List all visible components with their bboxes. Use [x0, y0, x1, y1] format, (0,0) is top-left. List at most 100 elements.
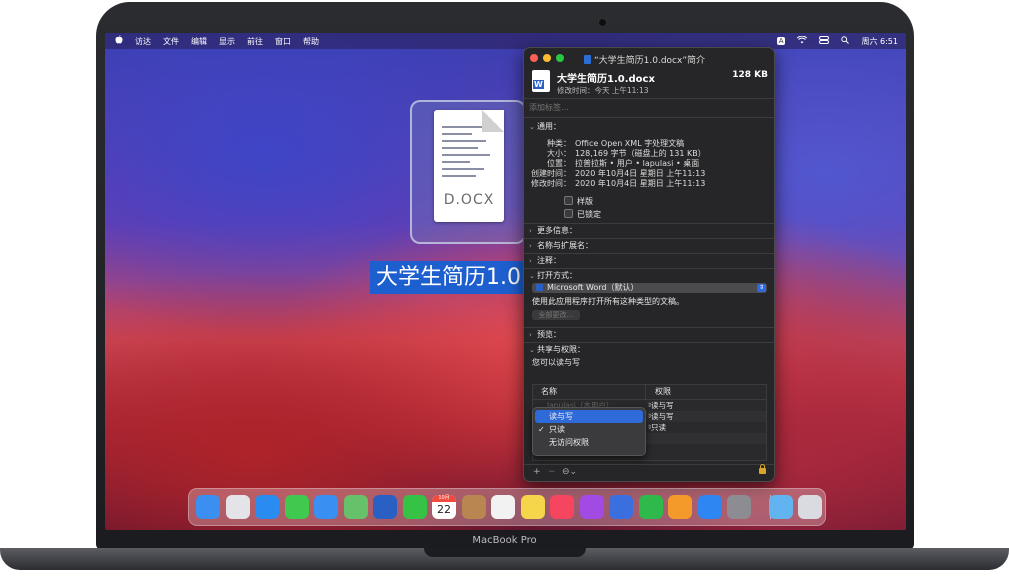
- filename-rename-field[interactable]: 大学生简历1.0: [370, 261, 527, 294]
- close-button[interactable]: [530, 54, 538, 62]
- locked-checkbox[interactable]: 已锁定: [524, 208, 774, 221]
- section-open-with[interactable]: ⌄ 打开方式：: [524, 269, 774, 283]
- permissions-toolbar: + − ⊖⌄: [524, 464, 774, 481]
- dock-numbers-icon[interactable]: [638, 495, 663, 519]
- menu-item-file[interactable]: 文件: [163, 36, 179, 47]
- desktop: 访达 文件 编辑 显示 前往 窗口 帮助 A 周六 6:51 D.OCX 大学生…: [105, 33, 906, 530]
- dock-app-store-icon[interactable]: [697, 495, 722, 519]
- dock-trash-icon[interactable]: [798, 495, 822, 519]
- laptop-notch: [424, 548, 586, 557]
- calendar-day: 22: [437, 503, 451, 516]
- chevron-right-icon: ›: [529, 227, 532, 235]
- get-info-window: “大学生简历1.0.docx”简介 W 大学生简历1.0.docx 128 KB…: [523, 47, 775, 482]
- menu-item-edit[interactable]: 编辑: [191, 36, 207, 47]
- dock-word-icon[interactable]: [373, 495, 397, 519]
- file-modified: 修改时间：今天 上午11:13: [557, 86, 649, 95]
- clock[interactable]: 周六 6:51: [861, 36, 898, 47]
- open-with-popup[interactable]: Microsoft Word（默认） ⇕: [532, 283, 767, 293]
- dock-podcasts-icon[interactable]: [579, 495, 604, 519]
- dock-keynote-icon[interactable]: [609, 495, 633, 519]
- dock-system-preferences-icon[interactable]: [727, 495, 751, 519]
- dock-facetime-icon[interactable]: [402, 495, 427, 519]
- laptop-base: [0, 540, 1009, 586]
- open-with-description: 使用此应用程序打开所有这种类型的文稿。: [532, 297, 684, 306]
- camera: [598, 18, 607, 27]
- document-preview: D.OCX: [434, 110, 504, 222]
- word-file-icon: W: [532, 70, 550, 92]
- dock-music-icon[interactable]: [550, 495, 574, 519]
- privilege-menu: 读与写 ✓ 只读 无访问权限: [532, 407, 646, 456]
- dock-maps-icon[interactable]: [343, 495, 368, 519]
- chevron-right-icon: ›: [529, 257, 532, 265]
- general-row-size: 大小： 128,169 字节（磁盘上的 131 KB）: [547, 149, 706, 158]
- general-row-modified: 修改时间： 2020 年10月4日 星期日 上午11:13: [531, 179, 706, 188]
- section-general[interactable]: ⌄ 通用：: [524, 120, 774, 134]
- col-privilege[interactable]: 权限: [655, 385, 671, 399]
- apple-icon[interactable]: [115, 35, 123, 47]
- desktop-file-icon[interactable]: D.OCX: [410, 100, 526, 244]
- title-bar[interactable]: “大学生简历1.0.docx”简介: [524, 48, 774, 68]
- add-button[interactable]: +: [533, 467, 541, 477]
- dock-mail-icon[interactable]: [314, 495, 338, 519]
- chevron-down-icon: ⌄: [529, 272, 535, 280]
- tags-input[interactable]: 添加标签…: [524, 98, 774, 118]
- general-row-created: 创建时间： 2020 年10月4日 星期日 上午11:13: [531, 169, 706, 178]
- lock-icon[interactable]: [759, 464, 766, 474]
- menu-item-finder[interactable]: 访达: [135, 36, 151, 47]
- file-size: 128 KB: [732, 70, 768, 80]
- dock: 10月 22: [188, 488, 826, 526]
- general-row-location: 位置： 拉普拉斯 • 用户 • lapulasi • 桌面: [547, 159, 700, 168]
- checkmark-icon: ✓: [538, 425, 545, 434]
- zoom-button[interactable]: [556, 54, 564, 62]
- calendar-month: 10月: [432, 495, 456, 502]
- general-row-kind: 种类： Office Open XML 字处理文稿: [547, 139, 685, 148]
- document-lines: [442, 126, 490, 182]
- change-all-button[interactable]: 全部更改…: [532, 310, 580, 320]
- input-method-icon[interactable]: A: [776, 37, 786, 45]
- menu-item-no-access[interactable]: 无访问权限: [535, 436, 643, 449]
- word-app-icon: [536, 284, 543, 291]
- dock-messages-icon[interactable]: [284, 495, 309, 519]
- control-center-icon[interactable]: [819, 36, 830, 46]
- table-header: 名称 权限: [533, 385, 766, 400]
- dock-contacts-icon[interactable]: [461, 495, 486, 519]
- dock-finder-icon[interactable]: [196, 495, 220, 519]
- popup-arrows-icon: ⇕: [757, 284, 766, 292]
- menu-item-window[interactable]: 窗口: [275, 36, 291, 47]
- file-name: 大学生简历1.0.docx: [557, 74, 655, 85]
- dock-launchpad-icon[interactable]: [225, 495, 250, 519]
- menu-bar: 访达 文件 编辑 显示 前往 窗口 帮助 A 周六 6:51: [105, 33, 906, 49]
- dock-folder-icon[interactable]: [768, 495, 793, 519]
- remove-button[interactable]: −: [548, 467, 556, 477]
- laptop-brand: MacBook Pro: [472, 535, 537, 546]
- chevron-down-icon: ⌄: [529, 123, 535, 131]
- dock-notes-icon[interactable]: [520, 495, 545, 519]
- window-title: “大学生简历1.0.docx”简介: [594, 56, 705, 66]
- dock-calendar-icon[interactable]: 10月 22: [432, 495, 456, 519]
- section-more-info[interactable]: › 更多信息：: [524, 224, 774, 238]
- status-area: A 周六 6:51: [765, 35, 898, 47]
- menu-item-read-write[interactable]: 读与写: [535, 410, 643, 423]
- section-preview[interactable]: › 预览：: [524, 328, 774, 342]
- dock-pages-icon[interactable]: [668, 495, 692, 519]
- menu-item-view[interactable]: 显示: [219, 36, 235, 47]
- wifi-icon[interactable]: [797, 35, 808, 46]
- menu-item-help[interactable]: 帮助: [303, 36, 319, 47]
- menu-item-go[interactable]: 前往: [247, 36, 263, 47]
- menu-item-read-only[interactable]: ✓ 只读: [535, 423, 643, 436]
- search-icon[interactable]: [841, 36, 850, 46]
- dock-safari-icon[interactable]: [255, 495, 279, 519]
- sharing-status: 您可以读与写: [532, 358, 580, 367]
- file-extension-label: D.OCX: [443, 192, 495, 208]
- chevron-right-icon: ›: [529, 242, 532, 250]
- section-sharing[interactable]: ⌄ 共享与权限：: [524, 343, 774, 357]
- chevron-right-icon: ›: [529, 331, 532, 339]
- minimize-button[interactable]: [543, 54, 551, 62]
- section-comments[interactable]: › 注释：: [524, 254, 774, 268]
- col-name[interactable]: 名称: [541, 385, 557, 399]
- stationery-checkbox[interactable]: 样版: [524, 195, 774, 208]
- dock-reminders-icon[interactable]: [491, 495, 515, 519]
- action-menu-button[interactable]: ⊖⌄: [562, 467, 577, 477]
- chevron-down-icon: ⌄: [529, 346, 535, 354]
- section-name-extension[interactable]: › 名称与扩展名：: [524, 239, 774, 253]
